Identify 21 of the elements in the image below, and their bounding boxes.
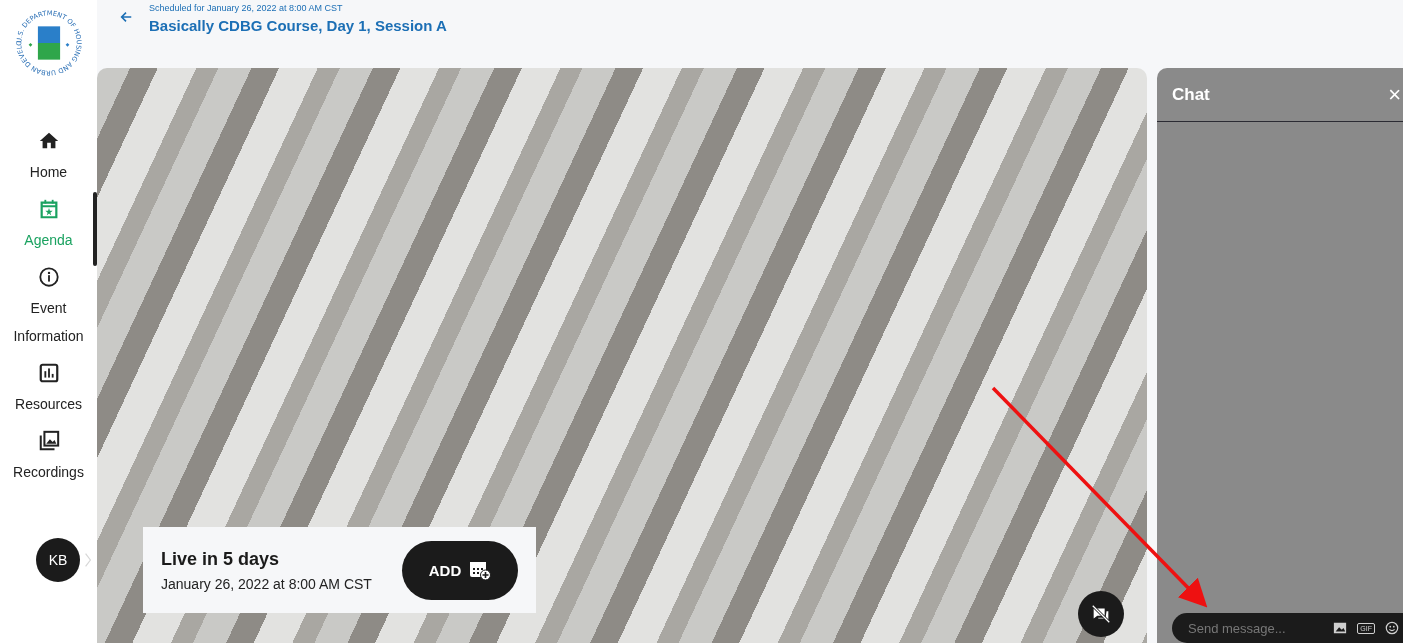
chat-title: Chat: [1172, 84, 1210, 105]
message-input-field[interactable]: Send message...: [1186, 619, 1324, 637]
emoji-icon[interactable]: [1385, 621, 1399, 635]
bar-chart-icon: [37, 362, 60, 384]
image-icon[interactable]: [1333, 621, 1348, 635]
info-icon: [37, 266, 60, 288]
sidebar-item[interactable]: Home: [2, 130, 95, 186]
calendar-add-icon: [469, 560, 492, 580]
sidebar-item[interactable]: Event Information: [2, 266, 95, 350]
chat-off-icon: [1090, 603, 1112, 625]
event-date-text: January 26, 2022 at 8:00 AM CST: [161, 575, 372, 592]
add-to-calendar-button[interactable]: ADD: [402, 540, 518, 600]
sidebar-item[interactable]: Recordings: [2, 430, 95, 486]
schedule-text: Scheduled for January 26, 2022 at 8:00 AM CST: [149, 3, 344, 13]
session-title: Basically CDBG Course, Day 1, Session A: [149, 17, 447, 34]
back-arrow-icon[interactable]: [119, 10, 133, 24]
image-gallery-icon: [37, 430, 60, 452]
scrollbar-thumb[interactable]: [93, 192, 97, 266]
user-avatar[interactable]: KB: [36, 538, 80, 582]
sidebar-item[interactable]: Resources: [2, 362, 95, 418]
live-status-text: Live in 5 days: [161, 548, 281, 570]
